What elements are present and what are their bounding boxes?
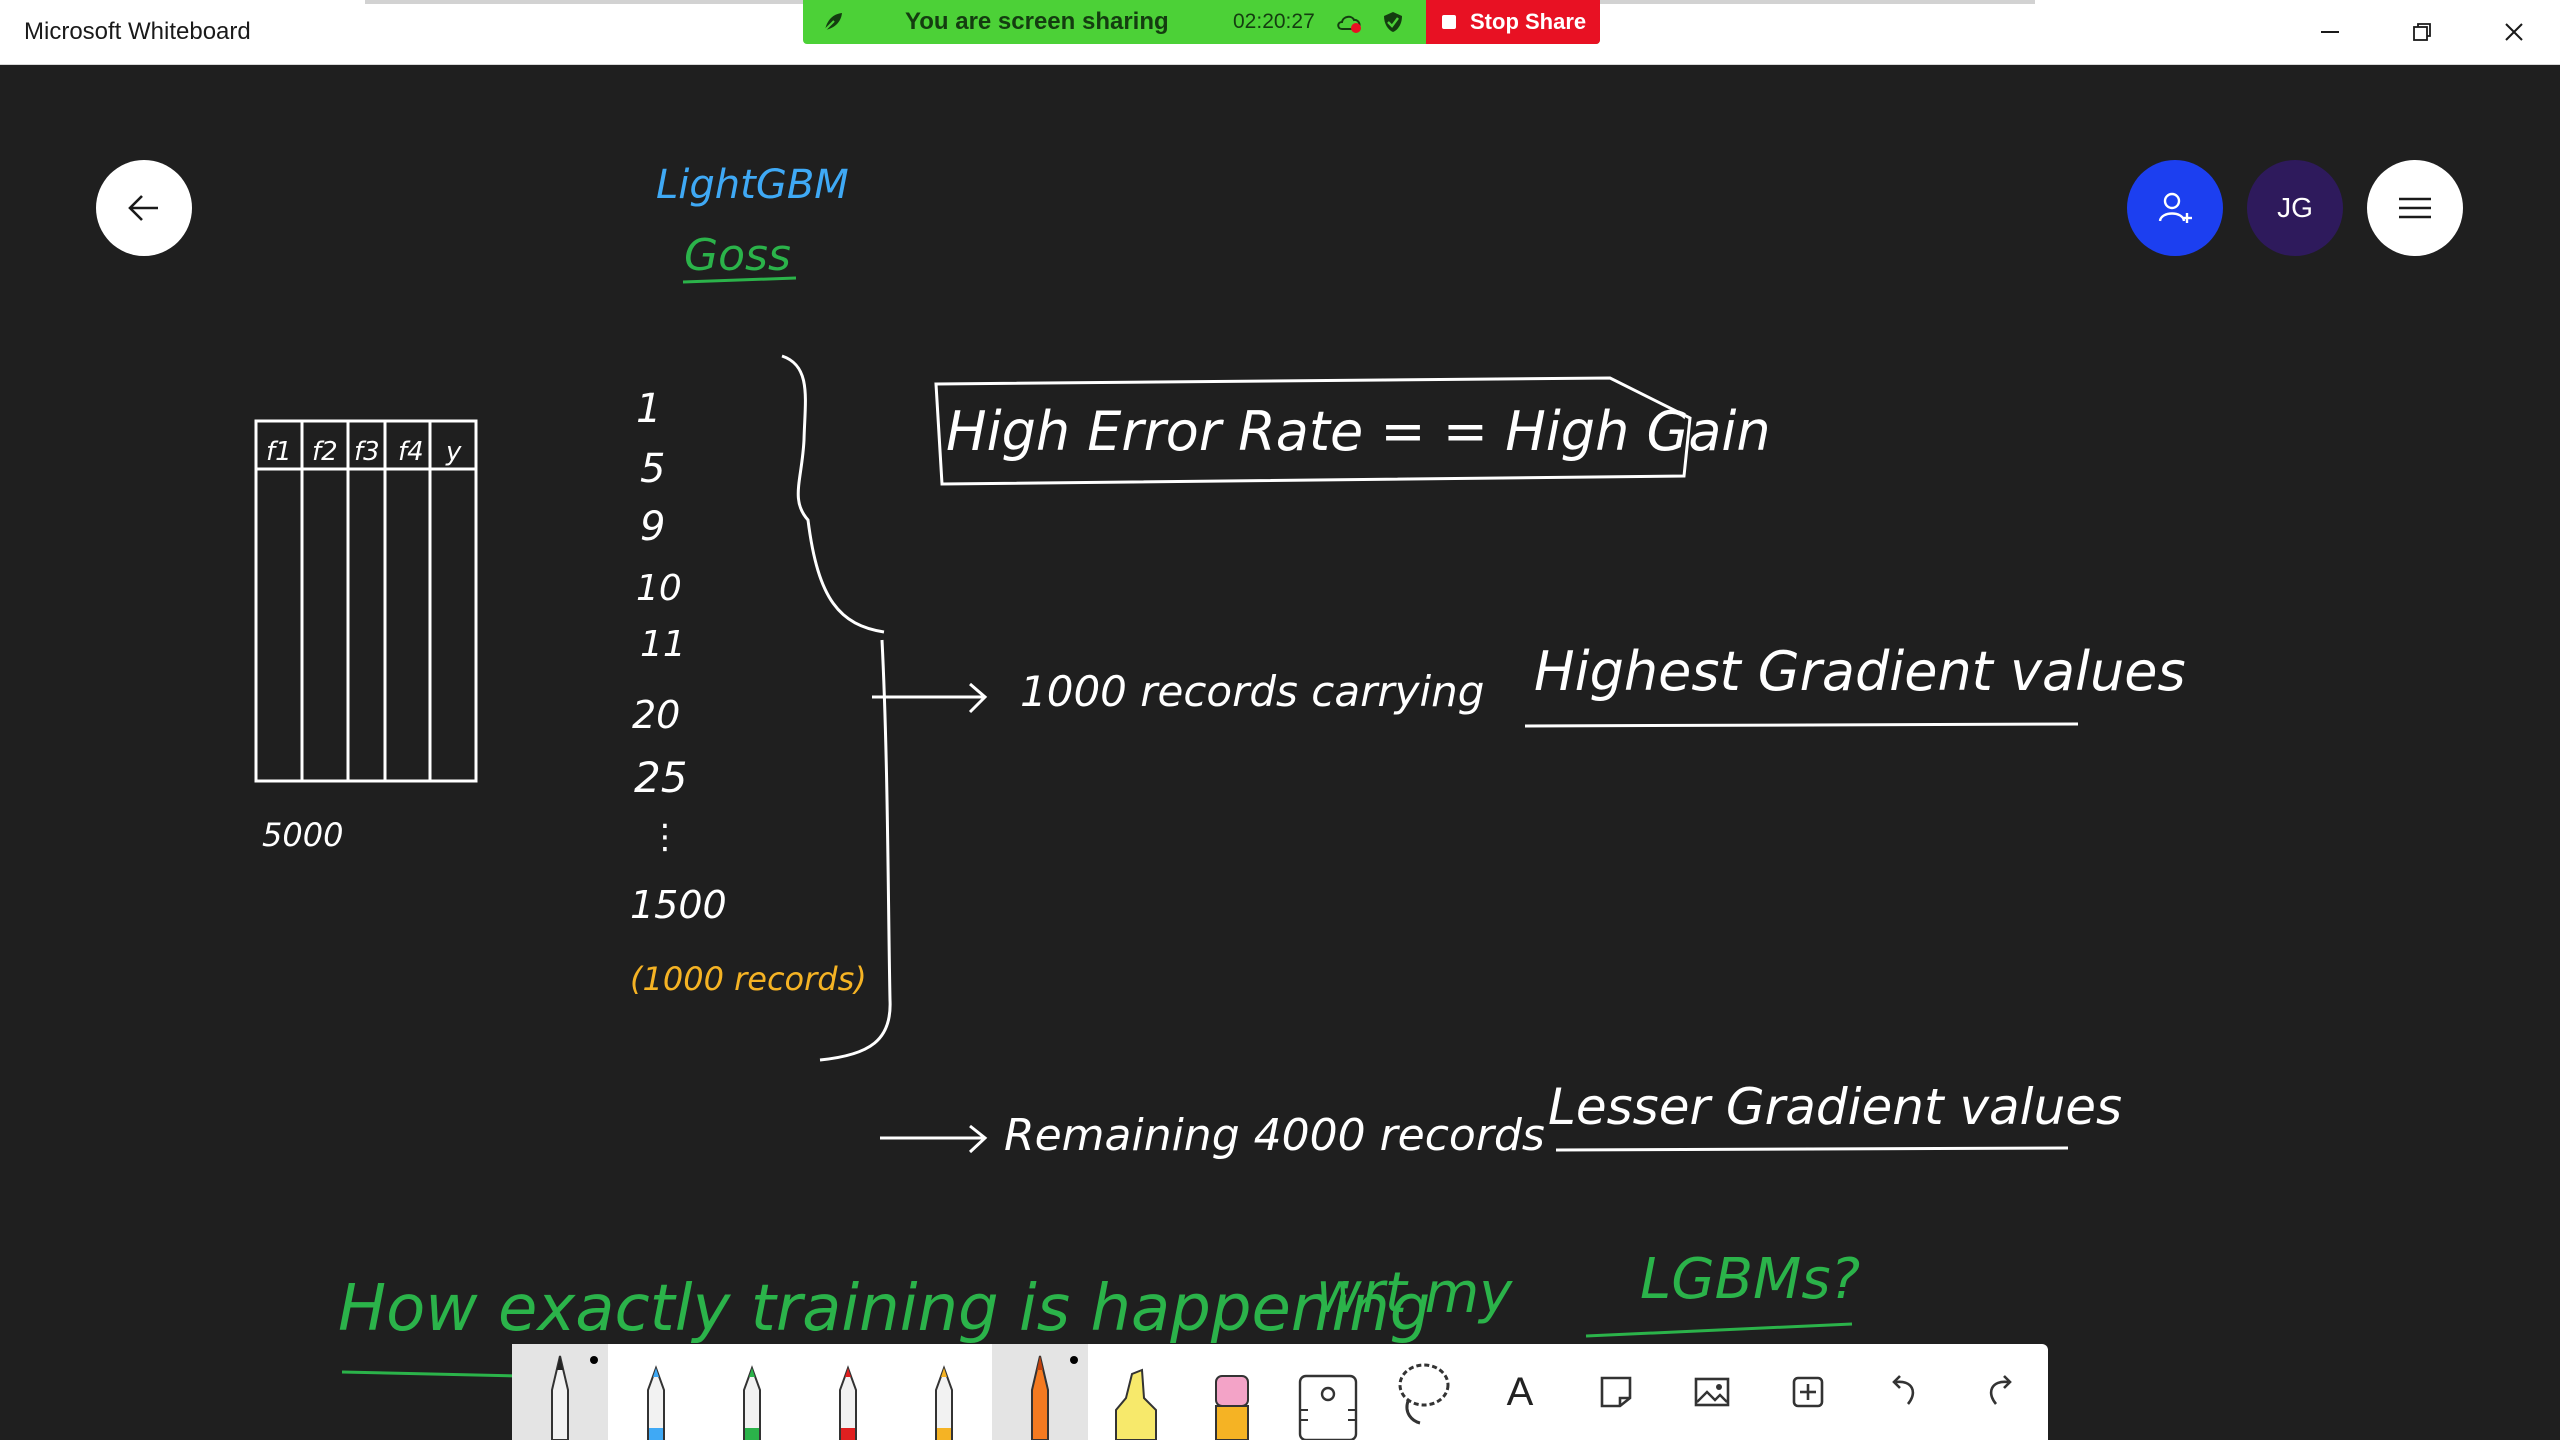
question-underline <box>1585 1322 1853 1338</box>
highlighter-icon <box>1115 1368 1157 1440</box>
table-col-1: f1 <box>266 437 292 467</box>
image-icon <box>1694 1377 1730 1407</box>
arrow2-emphasis: Lesser Gradient values <box>1548 1078 2122 1136</box>
highlighter-tool[interactable] <box>1088 1344 1184 1440</box>
pen-icon <box>1031 1355 1049 1440</box>
arrow1-underline <box>1524 722 2079 728</box>
minimize-icon <box>2321 31 2339 33</box>
avatar[interactable]: JG <box>2247 160 2343 256</box>
app-title: Microsoft Whiteboard <box>24 18 251 45</box>
table-sketch <box>254 419 478 783</box>
stop-share-button[interactable]: Stop Share <box>1426 0 1600 44</box>
cloud-icon <box>1337 15 1361 33</box>
table-col-2: f2 <box>312 437 338 467</box>
selected-dot <box>1070 1356 1078 1364</box>
green-pen-tool[interactable] <box>704 1344 800 1440</box>
red-pen-tool[interactable] <box>800 1344 896 1440</box>
hamburger-menu-icon <box>2399 197 2431 219</box>
table-col-4: f4 <box>398 437 424 467</box>
pen-icon <box>935 1365 953 1440</box>
invite-button[interactable] <box>2127 160 2223 256</box>
lasso-tool[interactable] <box>1376 1344 1472 1440</box>
ruler-icon <box>1298 1374 1358 1440</box>
index-value: 5 <box>640 446 665 492</box>
arrow2-text: Remaining 4000 records <box>1004 1110 1545 1161</box>
question-text: How exactly training is happening <box>338 1272 1430 1346</box>
shield-check-icon <box>1384 12 1402 32</box>
blue-pen-tool[interactable] <box>608 1344 704 1440</box>
pen-icon <box>743 1365 761 1440</box>
table-col-3: f3 <box>354 437 380 467</box>
add-person-icon <box>2158 192 2192 223</box>
whiteboard-canvas[interactable]: LightGBM Goss f1 f2 f3 f4 y 5000 1 5 9 1… <box>0 65 2560 1440</box>
records-note: (1000 records) <box>630 960 867 998</box>
heading-text: LightGBM <box>656 162 849 208</box>
add-icon <box>1792 1376 1824 1408</box>
share-status: You are screen sharing <box>905 8 1169 35</box>
ruler-tool[interactable] <box>1280 1344 1376 1440</box>
index-value: 1 <box>636 386 661 432</box>
pen-icon <box>839 1365 857 1440</box>
stop-share-label: Stop Share <box>1470 9 1587 34</box>
eraser-icon <box>1215 1375 1249 1440</box>
question-text: wrt my <box>1316 1261 1513 1326</box>
pen-icon <box>647 1365 665 1440</box>
redo-button[interactable] <box>1952 1344 2048 1440</box>
menu-button[interactable] <box>2367 160 2463 256</box>
index-value: 1500 <box>630 883 727 927</box>
pen-icon <box>551 1355 569 1440</box>
index-value: 25 <box>634 753 687 802</box>
arrow1-text: 1000 records carrying <box>1020 667 1484 716</box>
index-value: 20 <box>632 693 680 737</box>
yellow-pen-tool[interactable] <box>896 1344 992 1440</box>
text-tool-label: A <box>1506 1369 1534 1414</box>
close-icon <box>2505 23 2523 41</box>
eraser-tool[interactable] <box>1184 1344 1280 1440</box>
table-col-5: y <box>445 437 462 467</box>
arrow-left-icon <box>128 195 158 221</box>
black-pen-tool[interactable] <box>512 1344 608 1440</box>
redo-icon <box>1989 1375 2012 1405</box>
orange-pen-tool[interactable] <box>992 1344 1088 1440</box>
question-underline <box>341 1370 521 1378</box>
stop-icon <box>1442 15 1456 29</box>
index-value: 10 <box>636 568 682 609</box>
index-value: 9 <box>640 504 665 550</box>
lasso-icon <box>1398 1363 1450 1425</box>
undo-icon <box>1892 1375 1915 1405</box>
close-button[interactable] <box>2468 0 2560 64</box>
back-button[interactable] <box>96 160 192 256</box>
restore-button[interactable] <box>2376 0 2468 64</box>
text-tool[interactable]: A <box>1472 1344 1568 1440</box>
minimize-button[interactable] <box>2284 0 2376 64</box>
table-count: 5000 <box>262 816 343 854</box>
share-leaf-icon <box>824 13 842 31</box>
brace-top <box>781 354 885 634</box>
add-content-tool[interactable] <box>1760 1344 1856 1440</box>
index-value: 11 <box>640 624 686 665</box>
avatar-initials: JG <box>2277 192 2313 223</box>
subheading-text: Goss <box>684 230 791 281</box>
ink-toolbar: A <box>512 1344 2048 1440</box>
box-text: High Error Rate = = High Gain <box>946 400 1771 463</box>
undo-button[interactable] <box>1856 1344 1952 1440</box>
selected-dot <box>590 1356 598 1364</box>
screen-share-bar: You are screen sharing 02:20:27 Stop Sha… <box>803 0 1600 44</box>
restore-icon <box>2413 23 2431 41</box>
arrow2-underline <box>1555 1146 2069 1152</box>
insert-image-tool[interactable] <box>1664 1344 1760 1440</box>
index-value: ⋮ <box>648 817 682 857</box>
arrow1-emphasis: Highest Gradient values <box>1534 640 2186 703</box>
sticky-note-tool[interactable] <box>1568 1344 1664 1440</box>
question-text: LGBMs? <box>1640 1247 1860 1312</box>
share-timer: 02:20:27 <box>1233 10 1315 33</box>
sticky-note-icon <box>1600 1376 1632 1408</box>
